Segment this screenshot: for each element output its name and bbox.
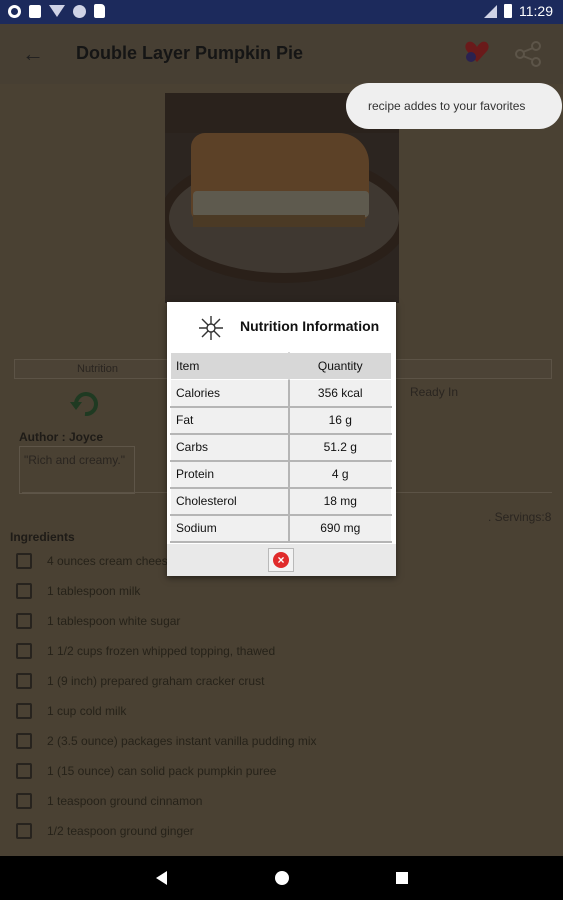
refresh-icon[interactable] [68, 388, 102, 418]
status-right: 11:29 [484, 3, 553, 19]
nutrient-quantity: 356 kcal [287, 379, 392, 408]
table-row: Sodium 690 mg [170, 514, 392, 543]
checkbox[interactable] [16, 763, 32, 779]
checkbox[interactable] [16, 703, 32, 719]
table-row: Fat 16 g [170, 406, 392, 435]
table-row: Protein 4 g [170, 460, 392, 489]
checkbox[interactable] [16, 553, 32, 569]
checkbox[interactable] [16, 643, 32, 659]
settings-icon [8, 5, 21, 18]
checkbox[interactable] [16, 793, 32, 809]
notification-icons [8, 4, 105, 18]
column-header-item: Item [170, 352, 289, 380]
sd-card-icon [94, 4, 105, 18]
description-box: "Rich and creamy." [19, 446, 135, 494]
checkbox[interactable] [16, 733, 32, 749]
close-dialog-button[interactable]: × [268, 548, 294, 572]
nutrient-name: Sodium [170, 514, 289, 543]
app-notification-icon [29, 5, 41, 18]
checkbox[interactable] [16, 613, 32, 629]
checkbox[interactable] [16, 823, 32, 839]
ready-in-label: Ready In [410, 385, 459, 399]
column-header-quantity: Quantity [287, 352, 392, 380]
nutrient-name: Calories [170, 379, 289, 408]
nutrition-dialog: Nutrition Information Item Quantity Calo… [167, 302, 396, 576]
wifi-icon [49, 5, 65, 17]
dialog-title: Nutrition Information [240, 318, 380, 334]
back-arrow-icon[interactable]: ← [22, 41, 44, 67]
author-label: Author : Joyce [19, 430, 104, 444]
sync-icon [73, 5, 86, 18]
nutrient-name: Fat [170, 406, 289, 435]
nutrition-icon [199, 316, 223, 340]
nutrient-quantity: 4 g [287, 460, 392, 489]
table-row: Cholesterol 18 mg [170, 487, 392, 516]
table-row: Calories 356 kcal [170, 379, 392, 408]
ingredients-heading: Ingredients [10, 530, 75, 544]
nutrient-name: Carbs [170, 433, 289, 462]
share-icon[interactable] [514, 40, 542, 68]
recipe-title: Double Layer Pumpkin Pie [76, 43, 304, 63]
table-row: Carbs 51.2 g [170, 433, 392, 462]
close-icon: × [273, 552, 289, 568]
system-nav-bar [0, 856, 563, 900]
checkbox[interactable] [16, 583, 32, 599]
nutrient-quantity: 16 g [287, 406, 392, 435]
favorite-toast: recipe addes to your favorites [346, 83, 562, 129]
clock: 11:29 [519, 3, 553, 19]
signal-icon [484, 4, 497, 18]
nutrient-name: Cholesterol [170, 487, 289, 516]
servings-label: . Servings:8 [488, 510, 552, 524]
app-toolbar: ← Double Layer Pumpkin Pie [0, 24, 563, 84]
checkbox[interactable] [16, 673, 32, 689]
nutrient-name: Protein [170, 460, 289, 489]
tab-nutrition-label: Nutrition [77, 363, 118, 375]
battery-icon [504, 4, 512, 18]
nav-recents-icon[interactable] [396, 872, 408, 884]
nutrient-quantity: 51.2 g [287, 433, 392, 462]
table-header: Item Quantity [170, 352, 392, 380]
nav-back-icon[interactable] [156, 871, 167, 885]
nav-home-icon[interactable] [275, 871, 289, 885]
dialog-footer: × [167, 544, 396, 576]
status-bar: 11:29 [0, 0, 563, 24]
nutrient-quantity: 690 mg [287, 514, 392, 543]
nutrition-table: Item Quantity Calories 356 kcal Fat 16 g… [170, 352, 392, 543]
nutrient-quantity: 18 mg [287, 487, 392, 516]
favorite-heart-icon[interactable] [464, 38, 490, 64]
